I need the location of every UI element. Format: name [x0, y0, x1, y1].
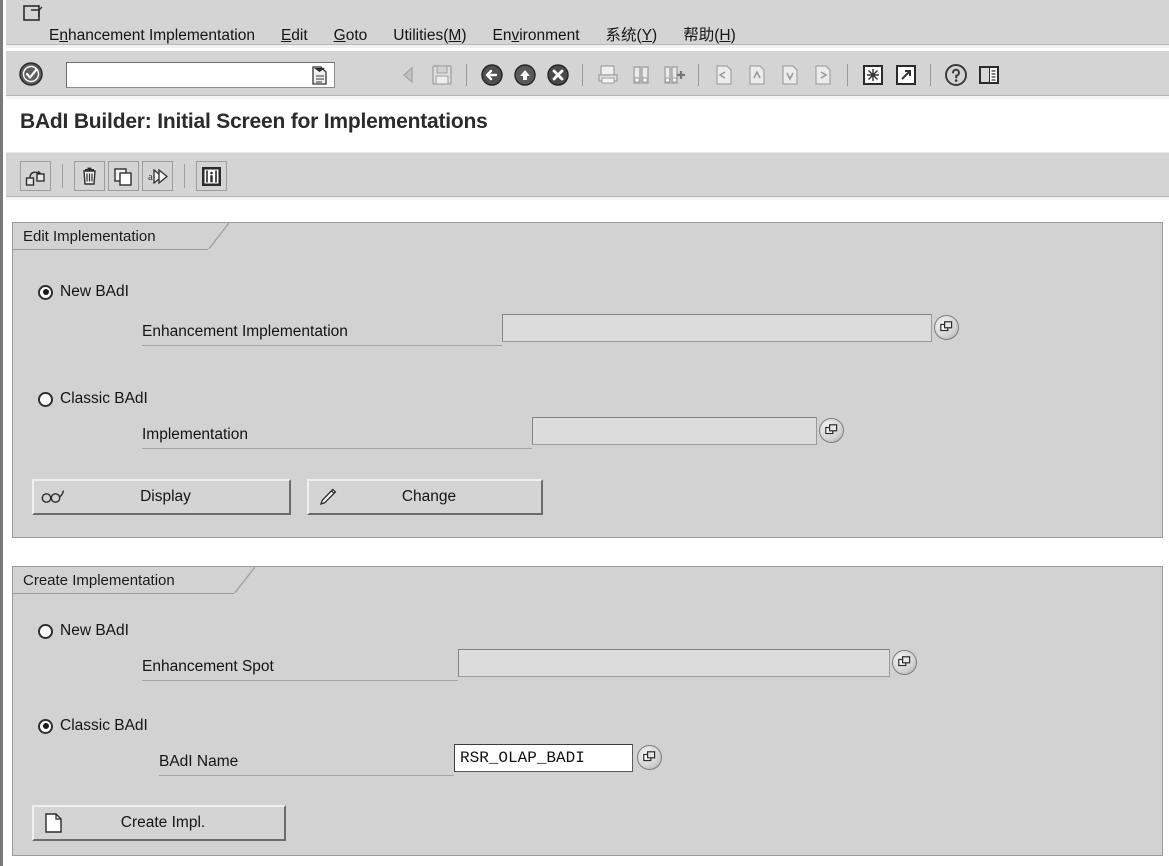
menu-bar-divider — [6, 44, 1169, 48]
edit-classic-badi-radio[interactable] — [38, 391, 53, 407]
implementation-input[interactable] — [532, 417, 817, 445]
toolbar-divider — [847, 64, 848, 86]
create-classic-badi-label: Classic BAdI — [60, 717, 148, 734]
menu-label: Enhancement Implementation — [49, 27, 255, 44]
enhancement-spot-label: Enhancement Spot — [142, 658, 274, 675]
implementation-label: Implementation — [142, 426, 248, 443]
badi-name-label: BAdI Name — [159, 753, 239, 770]
tb-prev-page[interactable] — [742, 61, 771, 89]
create-classic-badi-radio-row[interactable]: Classic BAdI — [38, 717, 148, 735]
create-new-badi-label: New BAdI — [60, 622, 129, 639]
enhancement-spot-label-rule — [142, 680, 458, 681]
sap-gui-window: Enhancement Implementation Edit Goto Uti… — [0, 0, 1169, 866]
toolbar-divider — [466, 64, 467, 86]
tb-print[interactable] — [593, 61, 622, 89]
create-implementation-group: Create Implementation New BAdI Enhanceme… — [12, 566, 1163, 856]
create-new-badi-radio-row[interactable]: New BAdI — [38, 622, 129, 640]
window-menu-icon[interactable] — [23, 5, 43, 22]
tb-back-disabled[interactable] — [394, 61, 423, 89]
edit-classic-badi-radio-row[interactable]: Classic BAdI — [38, 390, 148, 408]
menu-label: 帮助(H) — [683, 27, 736, 44]
tb-find-next[interactable] — [659, 61, 688, 89]
tb-last-page[interactable] — [808, 61, 837, 89]
group-title-slant — [233, 566, 256, 595]
tb-first-page[interactable] — [709, 61, 738, 89]
edit-implementation-group: Edit Implementation New BAdI Enhancement… — [12, 222, 1163, 538]
enhancement-implementation-input[interactable] — [502, 314, 932, 342]
application-toolbar: a — [6, 152, 1169, 200]
group-title-label: Create Implementation — [23, 571, 175, 589]
change-button[interactable]: Change — [307, 479, 543, 515]
edit-new-badi-radio-row[interactable]: New BAdI — [38, 283, 129, 301]
tb-exit[interactable] — [510, 61, 539, 89]
tb-help[interactable] — [941, 61, 970, 89]
standard-toolbar — [6, 51, 1169, 99]
toolbar-divider — [582, 64, 583, 86]
toolbar-nav-group — [394, 61, 1003, 89]
menu-label: 系统(Y) — [605, 27, 658, 44]
enhancement-implementation-label: Enhancement Implementation — [142, 323, 348, 340]
enhancement-implementation-value-help-icon[interactable] — [934, 315, 959, 340]
app-toolbar-divider — [62, 164, 63, 188]
app-toolbar-divider-line — [6, 196, 1169, 200]
toolbar-divider — [930, 64, 931, 86]
implementation-value-help-icon[interactable] — [819, 418, 844, 443]
create-new-badi-radio[interactable] — [38, 623, 53, 639]
tb-create-shortcut[interactable] — [891, 61, 920, 89]
display-button-label: Display — [140, 488, 191, 505]
svg-text:a: a — [148, 171, 153, 183]
tb-save[interactable] — [427, 61, 456, 89]
create-implementation-group-title: Create Implementation — [13, 566, 256, 595]
app-info[interactable] — [196, 161, 227, 191]
menu-label: Edit — [280, 27, 308, 44]
title-bar: BAdI Builder: Initial Screen for Impleme… — [6, 102, 1169, 146]
tb-cancel[interactable] — [543, 61, 572, 89]
app-rename[interactable]: a — [142, 161, 173, 191]
toolbar-divider-line — [6, 95, 1169, 99]
tb-new-session[interactable] — [858, 61, 887, 89]
app-delete[interactable] — [74, 161, 105, 191]
create-impl-button[interactable]: Create Impl. — [32, 805, 286, 841]
enhancement-implementation-label-rule — [142, 345, 502, 346]
menu-label: Utilities(M) — [393, 27, 467, 44]
edit-implementation-group-title: Edit Implementation — [13, 222, 230, 251]
app-copy[interactable] — [108, 161, 139, 191]
page-title: BAdI Builder: Initial Screen for Impleme… — [20, 110, 488, 133]
badi-name-input[interactable] — [454, 744, 633, 772]
enhancement-spot-input[interactable] — [458, 649, 890, 677]
menu-label: Environment — [492, 27, 580, 44]
enter-check-icon[interactable] — [18, 61, 45, 88]
command-history-icon[interactable] — [311, 66, 328, 85]
app-toolbar-divider — [184, 164, 185, 188]
menu-label: Goto — [333, 27, 368, 44]
badi-name-label-rule — [159, 775, 454, 776]
menu-bar: Enhancement Implementation Edit Goto Uti… — [6, 0, 1169, 48]
new-document-icon — [40, 813, 66, 833]
change-button-label: Change — [401, 488, 457, 505]
glasses-display-icon — [40, 489, 66, 505]
edit-classic-badi-label: Classic BAdI — [60, 390, 148, 407]
create-impl-button-label: Create Impl. — [120, 814, 206, 831]
command-field[interactable] — [66, 62, 335, 88]
edit-new-badi-radio[interactable] — [38, 284, 53, 300]
display-button[interactable]: Display — [32, 479, 291, 515]
create-classic-badi-radio[interactable] — [38, 718, 53, 734]
tb-find[interactable] — [626, 61, 655, 89]
pencil-change-icon — [315, 488, 341, 506]
toolbar-divider — [698, 64, 699, 86]
group-title-slant — [207, 222, 230, 251]
edit-new-badi-label: New BAdI — [60, 283, 129, 300]
badi-name-value-help-icon[interactable] — [637, 745, 662, 770]
application-toolbar-buttons: a — [20, 161, 227, 191]
implementation-label-rule — [142, 448, 532, 449]
enhancement-spot-value-help-icon[interactable] — [892, 650, 917, 675]
tb-layout-menu[interactable] — [974, 61, 1003, 89]
tb-next-page[interactable] — [775, 61, 804, 89]
app-transport[interactable] — [20, 161, 51, 191]
group-title-label: Edit Implementation — [23, 227, 156, 245]
tb-back[interactable] — [477, 61, 506, 89]
